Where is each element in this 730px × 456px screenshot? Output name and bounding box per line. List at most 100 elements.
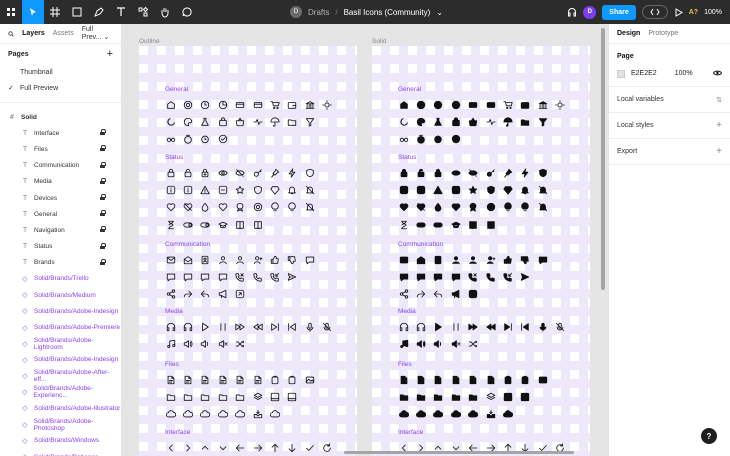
user-avatar[interactable]: D bbox=[583, 5, 597, 19]
share-box-icon[interactable] bbox=[235, 289, 246, 300]
volume-icon[interactable] bbox=[415, 338, 426, 349]
pin-icon[interactable] bbox=[502, 167, 513, 178]
wallet-icon[interactable] bbox=[520, 99, 531, 110]
dislike-icon[interactable] bbox=[520, 254, 531, 265]
contact-icon[interactable] bbox=[200, 254, 211, 265]
headphones-icon[interactable] bbox=[415, 321, 426, 332]
moon-icon[interactable] bbox=[165, 116, 176, 127]
target-icon[interactable] bbox=[252, 202, 263, 213]
wallet-icon[interactable] bbox=[287, 99, 298, 110]
folder-icon[interactable] bbox=[217, 391, 228, 402]
bag-icon[interactable] bbox=[450, 116, 461, 127]
folder-icon[interactable] bbox=[415, 391, 426, 402]
page-dropdown[interactable]: Full Prev... ⌄ bbox=[82, 26, 113, 41]
layer-row[interactable]: ◇ Solid/Brands/Adobe-Photoshop bbox=[0, 417, 121, 433]
arrow-up-icon[interactable] bbox=[269, 442, 280, 453]
share-box-icon[interactable] bbox=[468, 289, 479, 300]
mail-open-icon[interactable] bbox=[415, 254, 426, 265]
lock-icon[interactable] bbox=[100, 145, 106, 152]
bell-icon[interactable] bbox=[287, 184, 298, 195]
bell-off-icon[interactable] bbox=[537, 202, 548, 213]
headphones-icon[interactable] bbox=[182, 321, 193, 332]
heart-icon[interactable] bbox=[165, 202, 176, 213]
umbrella-icon[interactable] bbox=[502, 116, 513, 127]
heart-icon[interactable] bbox=[398, 202, 409, 213]
cloud-icon[interactable] bbox=[235, 409, 246, 420]
stack-icon[interactable] bbox=[252, 391, 263, 402]
bell-off-icon[interactable] bbox=[537, 184, 548, 195]
cap-icon[interactable] bbox=[450, 219, 461, 230]
moon-icon[interactable] bbox=[398, 116, 409, 127]
sun-icon[interactable] bbox=[555, 99, 566, 110]
check-circle-icon[interactable] bbox=[450, 134, 461, 145]
card-icon[interactable] bbox=[468, 99, 479, 110]
reply-icon[interactable] bbox=[200, 289, 211, 300]
box-icon[interactable] bbox=[217, 184, 228, 195]
pen-tool-button[interactable] bbox=[88, 0, 110, 24]
phone-in-icon[interactable] bbox=[269, 271, 280, 282]
page-color-opacity[interactable]: 100% bbox=[675, 70, 693, 77]
key-icon[interactable] bbox=[252, 167, 263, 178]
chat-icon[interactable] bbox=[450, 271, 461, 282]
share-icon[interactable] bbox=[398, 289, 409, 300]
arrow-down-icon[interactable] bbox=[287, 442, 298, 453]
settings-icon[interactable] bbox=[182, 99, 193, 110]
tab-assets[interactable]: Assets bbox=[53, 30, 74, 37]
chevron-up-icon[interactable] bbox=[200, 442, 211, 453]
send-icon[interactable] bbox=[287, 271, 298, 282]
canvas[interactable]: Outline General Status Communication Media Fi… bbox=[122, 24, 608, 456]
album-icon[interactable] bbox=[287, 391, 298, 402]
layer-row[interactable]: ◇ Solid/Brands/Adobe-Premiere bbox=[0, 319, 121, 335]
like-icon[interactable] bbox=[502, 254, 513, 265]
shape-tool-button[interactable] bbox=[66, 0, 88, 24]
layer-row[interactable]: ◇ Solid/Brands/Trello bbox=[0, 271, 121, 287]
heart-icon[interactable] bbox=[450, 202, 461, 213]
music-icon[interactable] bbox=[165, 338, 176, 349]
flask-icon[interactable] bbox=[433, 116, 444, 127]
file-icon[interactable] bbox=[200, 374, 211, 385]
bell-icon[interactable] bbox=[520, 184, 531, 195]
bell-off-icon[interactable] bbox=[304, 202, 315, 213]
shield-icon[interactable] bbox=[537, 167, 548, 178]
artboard-outline[interactable]: General Status Communication Media Files Inte… bbox=[139, 46, 357, 456]
warning-icon[interactable] bbox=[200, 184, 211, 195]
cloud-icon[interactable] bbox=[398, 409, 409, 420]
tab-prototype[interactable]: Prototype bbox=[648, 30, 678, 37]
cloud-icon[interactable] bbox=[182, 409, 194, 420]
mic-icon[interactable] bbox=[304, 321, 315, 332]
chevron-down-icon[interactable] bbox=[217, 442, 228, 453]
file-icon[interactable] bbox=[433, 374, 444, 385]
sliders-icon[interactable]: ⇅ bbox=[716, 96, 722, 104]
right-section-header[interactable]: Local variables ⇅ bbox=[617, 95, 722, 104]
chevron-left-icon[interactable] bbox=[165, 442, 176, 453]
ai-button[interactable]: A? bbox=[689, 9, 698, 16]
alarm-icon[interactable] bbox=[433, 134, 444, 145]
frame-label[interactable]: Outline bbox=[139, 38, 160, 45]
file-icon[interactable] bbox=[182, 374, 193, 385]
folder-icon[interactable] bbox=[433, 391, 444, 402]
eye-off-icon[interactable] bbox=[235, 167, 246, 178]
send-icon[interactable] bbox=[520, 271, 531, 282]
dislike-icon[interactable] bbox=[287, 254, 298, 265]
layer-row[interactable]: ◇ Solid/Brands/Adobe-After-eff... bbox=[0, 368, 121, 384]
folder-icon[interactable] bbox=[468, 391, 479, 402]
tray-icon[interactable] bbox=[485, 409, 496, 420]
basket-icon[interactable] bbox=[235, 116, 246, 127]
chat-icon[interactable] bbox=[398, 271, 409, 282]
fast-forward-icon[interactable] bbox=[235, 321, 246, 332]
contact-icon[interactable] bbox=[433, 254, 444, 265]
layer-row[interactable]: T Navigation bbox=[0, 222, 121, 238]
vertical-scrollbar[interactable] bbox=[601, 28, 605, 290]
chat-icon[interactable] bbox=[537, 254, 548, 265]
flask-icon[interactable] bbox=[200, 116, 211, 127]
resources-button[interactable] bbox=[132, 0, 154, 24]
book-icon[interactable] bbox=[468, 219, 479, 230]
main-menu-button[interactable] bbox=[0, 0, 22, 24]
cloud-icon[interactable] bbox=[502, 409, 514, 420]
toggle-icon[interactable] bbox=[415, 219, 426, 230]
horizontal-scrollbar[interactable] bbox=[344, 451, 574, 454]
layer-row[interactable]: ◇ Solid/Brands/Windows bbox=[0, 433, 121, 449]
file-icon[interactable] bbox=[235, 374, 246, 385]
pie-icon[interactable] bbox=[450, 99, 461, 110]
book-icon[interactable] bbox=[235, 219, 246, 230]
